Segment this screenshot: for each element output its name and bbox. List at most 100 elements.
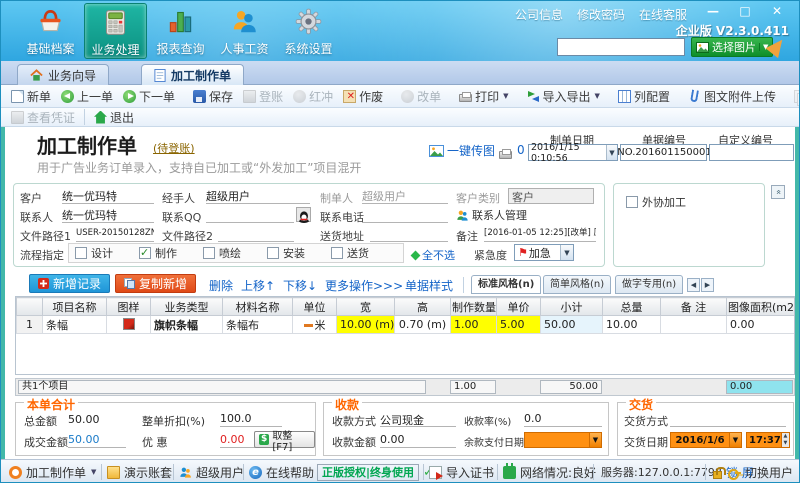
import-export-button[interactable]: 导入导出▼ bbox=[523, 86, 604, 107]
online-service-link[interactable]: 在线客服 bbox=[639, 6, 687, 23]
custom-no-input[interactable] bbox=[709, 144, 794, 161]
status-user[interactable]: 超级用户 bbox=[179, 464, 244, 480]
receipt-rate-field[interactable]: 0.0 bbox=[524, 412, 602, 427]
exit-button[interactable]: 退出 bbox=[90, 107, 138, 128]
cell-price[interactable]: 5.00 bbox=[497, 316, 541, 334]
col-header[interactable]: 小计 bbox=[541, 298, 603, 316]
maximize-icon[interactable]: □ bbox=[733, 4, 757, 19]
nav-item-reports[interactable]: 报表查询 bbox=[149, 3, 212, 59]
remark-field[interactable]: [2016-01-05 12:25][改单] 原摘要: bbox=[484, 226, 596, 242]
style-tab-standard[interactable]: 标准风格(n) bbox=[471, 275, 541, 294]
close-icon[interactable]: ✕ bbox=[765, 4, 789, 19]
deal-amount-field[interactable]: 50.00 bbox=[68, 433, 126, 448]
status-import-cert[interactable]: 导入证书 bbox=[429, 464, 494, 480]
save-button[interactable]: 保存 bbox=[189, 86, 237, 107]
flow-option-spray[interactable]: 喷绘 bbox=[203, 245, 267, 261]
flow-option-install[interactable]: 安装 bbox=[267, 245, 331, 261]
chevron-down-icon[interactable]: ▼ bbox=[560, 245, 573, 260]
add-record-button[interactable]: 新增记录 bbox=[29, 274, 110, 293]
table-row[interactable]: 1 条幅 旗帜条幅 条幅布 米 10.00 (m) 0.70 (m) 1.00 … bbox=[17, 316, 795, 334]
copy-doc-button[interactable]: 复制本单 bbox=[790, 86, 800, 107]
phone-field[interactable] bbox=[362, 207, 448, 223]
tab-scroll-left-icon[interactable]: ◀ bbox=[687, 278, 700, 292]
post-account-button[interactable]: 登账 bbox=[239, 86, 287, 107]
checkbox-icon[interactable] bbox=[267, 247, 279, 259]
tab-business-wizard[interactable]: 业务向导 bbox=[17, 64, 109, 85]
red-reverse-button[interactable]: 红冲 bbox=[289, 86, 337, 107]
receipt-amount-field[interactable]: 0.00 bbox=[380, 433, 456, 448]
status-help[interactable]: e 在线帮助 bbox=[249, 464, 314, 480]
col-header[interactable]: 高 bbox=[395, 298, 451, 316]
cell-height[interactable]: 0.70 (m) bbox=[395, 316, 451, 334]
col-header[interactable]: 材料名称 bbox=[223, 298, 293, 316]
cell-business-type[interactable]: 旗帜条幅 bbox=[151, 316, 223, 334]
col-header[interactable]: 备 注 bbox=[661, 298, 727, 316]
round-button[interactable]: $ 取整[F7] bbox=[254, 431, 315, 448]
tab-scroll-right-icon[interactable]: ▶ bbox=[701, 278, 714, 292]
copy-add-button[interactable]: 复制新增 bbox=[115, 274, 196, 293]
doc-status-link[interactable]: (待登账) bbox=[153, 140, 195, 156]
next-doc-button[interactable]: 下一单 bbox=[119, 86, 179, 107]
tab-processing-order[interactable]: 加工制作单 bbox=[141, 64, 244, 85]
contact-field[interactable]: 统一优玛特 bbox=[62, 207, 154, 223]
col-header[interactable]: 图像面积(m2) bbox=[727, 298, 795, 316]
move-down-link[interactable]: 下移↓ bbox=[283, 277, 317, 294]
flow-option-deliver[interactable]: 送货 bbox=[331, 245, 395, 261]
more-actions-link[interactable]: 更多操作>>> bbox=[325, 277, 403, 294]
col-header[interactable]: 单位 bbox=[293, 298, 337, 316]
flow-option-make[interactable]: 制作 bbox=[139, 245, 203, 261]
qq-field[interactable] bbox=[206, 207, 294, 223]
checkbox-icon[interactable] bbox=[626, 196, 638, 208]
cell-qty[interactable]: 1.00 bbox=[451, 316, 497, 334]
print-button[interactable]: 打印▼ bbox=[455, 86, 512, 107]
modify-doc-button[interactable]: 改单 bbox=[397, 86, 445, 107]
qq-button[interactable] bbox=[296, 207, 311, 222]
void-button[interactable]: 作废 bbox=[339, 86, 387, 107]
checkbox-icon[interactable] bbox=[75, 247, 87, 259]
style-tab-simple[interactable]: 简单风格(n) bbox=[543, 275, 611, 294]
company-info-link[interactable]: 公司信息 bbox=[515, 6, 563, 23]
select-none-link[interactable]: 全不选 bbox=[412, 247, 455, 263]
checkbox-checked-icon[interactable] bbox=[139, 247, 151, 259]
chevron-down-icon[interactable]: ▼ bbox=[589, 433, 601, 447]
new-doc-button[interactable]: 新单 bbox=[7, 86, 55, 107]
flow-option-design[interactable]: 设计 bbox=[75, 245, 139, 261]
collapse-panel-button[interactable]: « bbox=[771, 185, 785, 199]
view-voucher-button[interactable]: 查看凭证 bbox=[7, 107, 79, 128]
address-field[interactable] bbox=[370, 226, 448, 242]
col-header[interactable]: 制作数量 bbox=[451, 298, 497, 316]
make-date-combo[interactable]: 2016/1/15 0:10:56 ▼ bbox=[528, 144, 618, 161]
col-header[interactable]: 项目名称 bbox=[43, 298, 107, 316]
cell-item-name[interactable]: 条幅 bbox=[43, 316, 107, 334]
chevron-down-icon[interactable]: ▼ bbox=[606, 145, 617, 160]
col-header[interactable]: 图样 bbox=[107, 298, 151, 316]
outsourcing-checkbox[interactable]: 外协加工 bbox=[626, 194, 686, 210]
style-tab-lettering[interactable]: 做字专用(n) bbox=[615, 275, 683, 294]
customer-field[interactable]: 统一优玛特 bbox=[62, 188, 154, 204]
path2-field[interactable] bbox=[218, 226, 294, 242]
minimize-icon[interactable]: — bbox=[701, 4, 725, 19]
cell-total[interactable]: 10.00 bbox=[603, 316, 661, 334]
printer-icon[interactable] bbox=[499, 151, 512, 159]
status-account-set[interactable]: 演示账套 bbox=[107, 464, 172, 480]
cell-width[interactable]: 10.00 (m) bbox=[337, 316, 395, 334]
delivery-date-combo[interactable]: 2016/1/6 ▼ bbox=[670, 432, 742, 448]
nav-item-hr-payroll[interactable]: 人事工资 bbox=[213, 3, 276, 59]
cell-material[interactable]: 条幅布 bbox=[223, 316, 293, 334]
prev-doc-button[interactable]: 上一单 bbox=[57, 86, 117, 107]
switch-user-button[interactable]: 切换用户 bbox=[728, 464, 793, 480]
status-doc-type[interactable]: 加工制作单 ▼ bbox=[9, 464, 96, 480]
delete-row-link[interactable]: 删除 bbox=[209, 277, 233, 294]
cell-subtotal[interactable]: 50.00 bbox=[541, 316, 603, 334]
handler-field[interactable]: 超级用户 bbox=[206, 188, 310, 204]
delivery-time-spinner[interactable]: 17:37 ▲▼ bbox=[746, 432, 790, 448]
doc-style-link[interactable]: 单据样式 bbox=[405, 277, 453, 294]
cell-image-area[interactable]: 0.00 bbox=[727, 316, 795, 334]
delivery-method-field[interactable] bbox=[670, 412, 786, 427]
spin-down-icon[interactable]: ▼ bbox=[782, 440, 789, 447]
cell-unit[interactable]: 米 bbox=[293, 316, 337, 334]
spin-up-icon[interactable]: ▲ bbox=[782, 433, 789, 440]
col-header[interactable]: 单价 bbox=[497, 298, 541, 316]
col-header[interactable]: 宽 bbox=[337, 298, 395, 316]
receipt-method-field[interactable]: 公司现金 bbox=[380, 412, 456, 427]
